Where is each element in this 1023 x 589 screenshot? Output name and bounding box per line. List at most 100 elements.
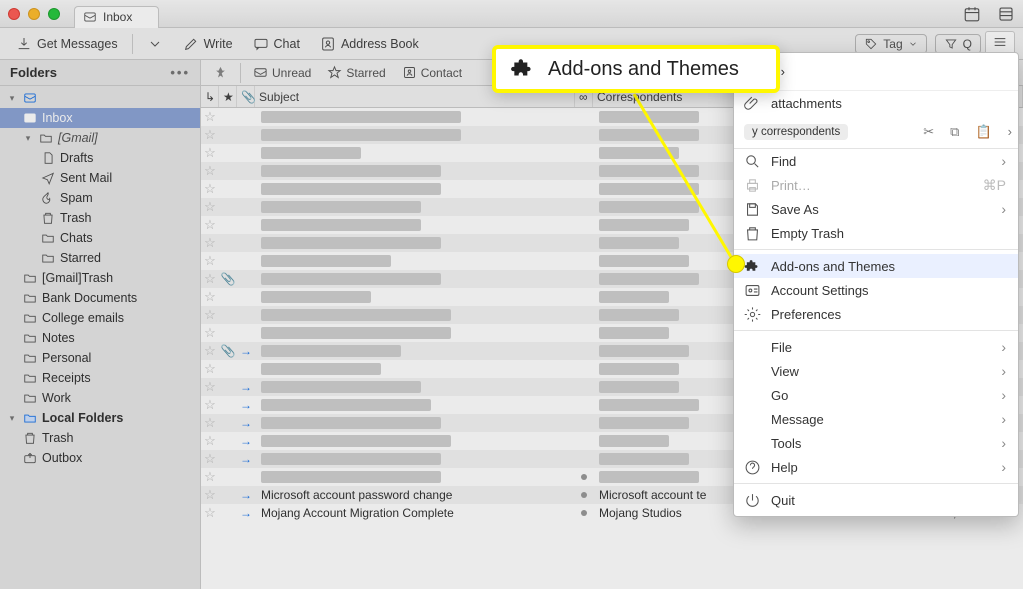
- folder-inbox[interactable]: Inbox: [0, 108, 200, 128]
- sort-badge[interactable]: y correspondents: [744, 124, 848, 140]
- menu-item-go[interactable]: Go›: [734, 383, 1018, 407]
- sent-icon: [41, 171, 55, 185]
- filter-starred[interactable]: Starred: [321, 63, 391, 82]
- calendar-icon[interactable]: [963, 5, 981, 23]
- chevron-down-icon: [147, 36, 163, 52]
- menu-sort-area: y correspondents ✂ ⧉ 📋 ›: [734, 115, 1018, 149]
- id-icon: [744, 282, 761, 299]
- menu-item-account-settings[interactable]: Account Settings: [734, 278, 1018, 302]
- hamburger-icon: [992, 34, 1008, 50]
- download-icon: [16, 36, 32, 52]
- folder-work[interactable]: Work: [0, 388, 200, 408]
- quick-filter-button[interactable]: Q: [935, 34, 981, 54]
- folder-icon: [23, 391, 37, 405]
- folder-starred[interactable]: Starred: [0, 248, 200, 268]
- quick-filter-toggle[interactable]: [207, 63, 234, 82]
- folder-drafts[interactable]: Drafts: [0, 148, 200, 168]
- tab-inbox[interactable]: Inbox: [74, 6, 159, 28]
- folder-icon: [23, 331, 37, 345]
- address-book-button[interactable]: Address Book: [312, 33, 427, 55]
- pencil-icon: [183, 36, 199, 52]
- local-outbox[interactable]: Outbox: [0, 448, 200, 468]
- folder-icon: [41, 231, 55, 245]
- folder-pane-options-button[interactable]: •••: [170, 65, 190, 80]
- filter-contact[interactable]: Contact: [396, 63, 468, 82]
- submenu-chevron[interactable]: ›: [1008, 124, 1012, 140]
- folder-icon: [41, 251, 55, 265]
- menu-item-view[interactable]: View›: [734, 359, 1018, 383]
- tag-button[interactable]: Tag: [855, 34, 926, 54]
- search-icon: [744, 153, 761, 170]
- menu-item-tools[interactable]: Tools›: [734, 431, 1018, 455]
- menu-item-message[interactable]: Message›: [734, 407, 1018, 431]
- folder-spam[interactable]: Spam: [0, 188, 200, 208]
- star-icon: [327, 65, 342, 80]
- chat-button[interactable]: Chat: [245, 33, 308, 55]
- menu-item-preferences[interactable]: Preferences: [734, 302, 1018, 326]
- menu-item-attachments[interactable]: attachments: [734, 91, 1018, 115]
- close-window-button[interactable]: [8, 8, 20, 20]
- power-icon: [744, 492, 761, 509]
- trash-icon: [41, 211, 55, 225]
- folder-gmail-trash[interactable]: [Gmail]Trash: [0, 268, 200, 288]
- col-threading[interactable]: ↳: [201, 86, 219, 107]
- folder-sent[interactable]: Sent Mail: [0, 168, 200, 188]
- folder-tree: ▾ Inbox ▾[Gmail] Drafts Sent Mail Spam T…: [0, 86, 200, 470]
- chevron-down-icon: [908, 39, 918, 49]
- folder-college-emails[interactable]: College emails: [0, 308, 200, 328]
- outbox-icon: [23, 451, 37, 465]
- puzzle-icon: [744, 258, 761, 275]
- get-messages-dropdown[interactable]: [139, 33, 171, 55]
- cut-button[interactable]: ✂: [923, 124, 934, 140]
- inbox-icon: [83, 10, 97, 24]
- folder-gmail[interactable]: ▾[Gmail]: [0, 128, 200, 148]
- tab-label: Inbox: [103, 10, 132, 24]
- folder-notes[interactable]: Notes: [0, 328, 200, 348]
- filter-unread[interactable]: Unread: [247, 63, 317, 82]
- folder-bank-documents[interactable]: Bank Documents: [0, 288, 200, 308]
- folder-sidebar: Folders ••• ▾ Inbox ▾[Gmail] Drafts Sent…: [0, 60, 201, 589]
- account-root[interactable]: ▾: [0, 88, 200, 108]
- help-icon: [744, 459, 761, 476]
- gear-icon: [744, 306, 761, 323]
- paste-button[interactable]: 📋: [975, 124, 991, 140]
- col-star[interactable]: ★: [219, 86, 237, 107]
- folder-receipts[interactable]: Receipts: [0, 368, 200, 388]
- annotation-endpoint-dot: [727, 255, 745, 273]
- mail-account-icon: [23, 91, 37, 105]
- menu-item-find[interactable]: Find›: [734, 149, 1018, 173]
- folder-icon: [23, 411, 37, 425]
- puzzle-icon: [510, 56, 536, 82]
- folder-chats[interactable]: Chats: [0, 228, 200, 248]
- tasks-icon[interactable]: [997, 5, 1015, 23]
- menu-item-file[interactable]: File›: [734, 335, 1018, 359]
- local-folders-root[interactable]: ▾Local Folders: [0, 408, 200, 428]
- folder-icon: [23, 371, 37, 385]
- get-messages-button[interactable]: Get Messages: [8, 33, 126, 55]
- contact-icon: [402, 65, 417, 80]
- copy-button[interactable]: ⧉: [950, 124, 959, 140]
- folder-icon: [23, 351, 37, 365]
- menu-item-empty-trash[interactable]: Empty Trash: [734, 221, 1018, 245]
- menu-item-save-as[interactable]: Save As›: [734, 197, 1018, 221]
- folder-icon: [23, 311, 37, 325]
- flame-icon: [41, 191, 55, 205]
- local-trash[interactable]: Trash: [0, 428, 200, 448]
- write-button[interactable]: Write: [175, 33, 241, 55]
- annotation-callout: Add-ons and Themes: [492, 45, 780, 93]
- save-icon: [744, 201, 761, 218]
- folder-trash[interactable]: Trash: [0, 208, 200, 228]
- menu-item-help[interactable]: Help›: [734, 455, 1018, 479]
- minimize-window-button[interactable]: [28, 8, 40, 20]
- document-icon: [41, 151, 55, 165]
- pin-icon: [213, 65, 228, 80]
- folder-personal[interactable]: Personal: [0, 348, 200, 368]
- menu-item-addons[interactable]: Add-ons and Themes: [734, 254, 1018, 278]
- menu-item-quit[interactable]: Quit: [734, 488, 1018, 512]
- trash-icon: [744, 225, 761, 242]
- chat-icon: [253, 36, 269, 52]
- col-attachment[interactable]: 📎: [237, 86, 255, 107]
- printer-icon: [744, 177, 761, 194]
- label: Get Messages: [37, 37, 118, 51]
- maximize-window-button[interactable]: [48, 8, 60, 20]
